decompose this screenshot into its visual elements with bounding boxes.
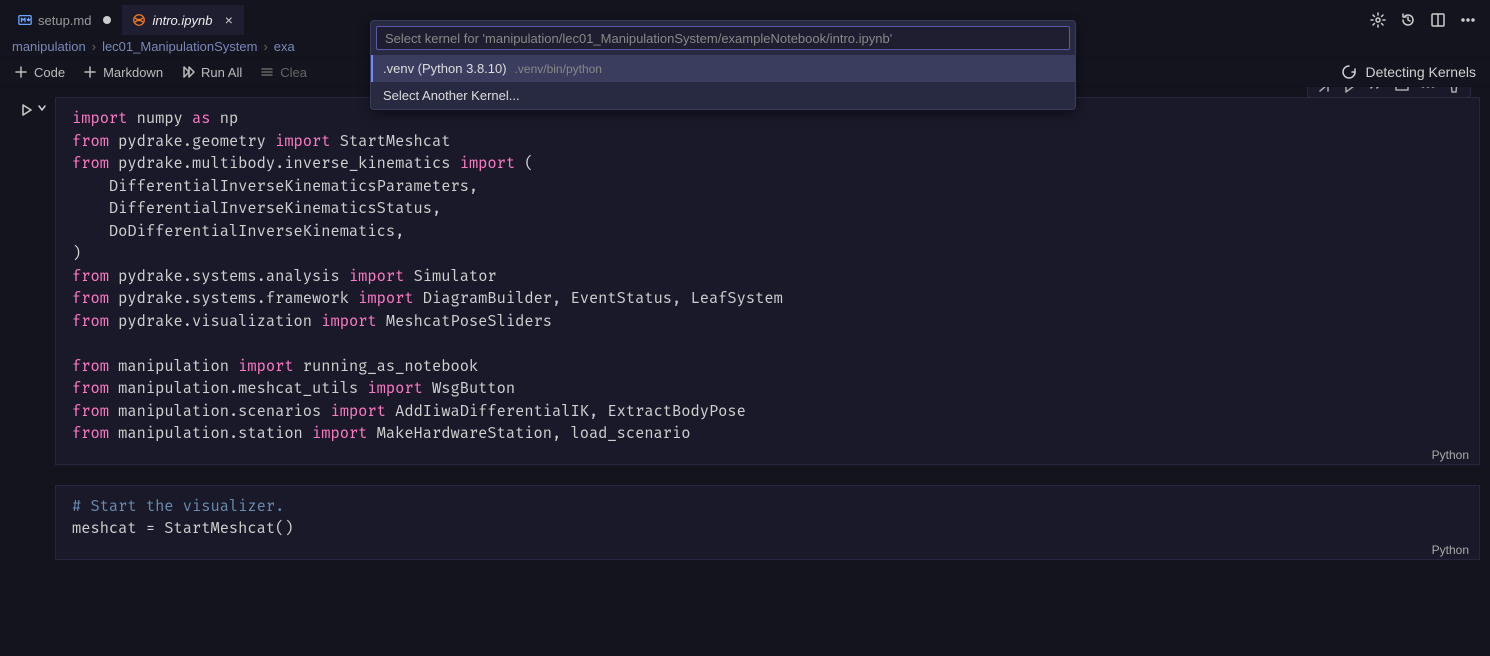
tab-actions [1370, 12, 1490, 28]
code-cell: # Start the visualizer. meshcat = StartM… [10, 485, 1480, 560]
delete-cell-icon[interactable] [1446, 87, 1462, 94]
markdown-icon [18, 13, 32, 27]
kernel-option-another[interactable]: Select Another Kernel... [371, 82, 1075, 109]
kernel-option-venv[interactable]: .venv (Python 3.8.10) .venv/bin/python [371, 55, 1075, 82]
plus-icon [83, 65, 97, 79]
cell-lang-label[interactable]: Python [1432, 543, 1469, 557]
toolbar-label: Code [34, 65, 65, 80]
more-icon[interactable] [1420, 87, 1436, 94]
tab-label: intro.ipynb [152, 13, 212, 28]
toolbar-label: Run All [201, 65, 242, 80]
code-cell: import numpy as np from pydrake.geometry… [10, 97, 1480, 465]
kernel-picker: .venv (Python 3.8.10) .venv/bin/python S… [370, 20, 1076, 110]
run-cell-icon[interactable] [19, 103, 33, 117]
toolbar-label: Clea [280, 65, 307, 80]
execute-below-icon[interactable] [1368, 87, 1384, 94]
cell-gutter [10, 97, 55, 465]
run-by-line-icon[interactable] [1316, 87, 1332, 94]
cell-toolbar [1307, 87, 1471, 98]
plus-icon [14, 65, 28, 79]
code-content[interactable]: # Start the visualizer. meshcat = StartM… [72, 496, 1463, 555]
code-content[interactable]: import numpy as np from pydrake.geometry… [72, 108, 1463, 460]
execute-cell-icon[interactable] [1342, 87, 1358, 94]
cell-body[interactable]: import numpy as np from pydrake.geometry… [55, 97, 1480, 465]
chevron-right-icon: › [92, 39, 96, 54]
add-markdown-button[interactable]: Markdown [83, 65, 163, 80]
cell-lang-label[interactable]: Python [1432, 448, 1469, 462]
run-all-icon [181, 65, 195, 79]
dirty-indicator-icon [103, 16, 111, 24]
more-icon[interactable] [1460, 12, 1476, 28]
breadcrumb-segment[interactable]: exa [274, 39, 295, 54]
notebook-body: import numpy as np from pydrake.geometry… [0, 87, 1490, 656]
clear-icon [260, 65, 274, 79]
cell-body[interactable]: # Start the visualizer. meshcat = StartM… [55, 485, 1480, 560]
run-all-button[interactable]: Run All [181, 65, 242, 80]
close-icon[interactable]: × [224, 13, 232, 27]
kernel-picker-input[interactable] [376, 26, 1070, 50]
clear-outputs-button[interactable]: Clea [260, 65, 307, 80]
jupyter-icon [132, 13, 146, 27]
history-icon[interactable] [1400, 12, 1416, 28]
cell-gutter [10, 485, 55, 560]
breadcrumb-segment[interactable]: manipulation [12, 39, 86, 54]
tab-setup-md[interactable]: setup.md [8, 5, 122, 35]
split-cell-icon[interactable] [1394, 87, 1410, 94]
kernel-option-sublabel: .venv/bin/python [515, 62, 602, 76]
spinner-icon [1341, 64, 1357, 80]
chevron-right-icon: › [263, 39, 267, 54]
split-editor-icon[interactable] [1430, 12, 1446, 28]
chevron-down-icon[interactable] [37, 103, 47, 113]
breadcrumb-segment[interactable]: lec01_ManipulationSystem [102, 39, 257, 54]
tab-intro-ipynb[interactable]: intro.ipynb × [122, 5, 243, 35]
kernel-status[interactable]: Detecting Kernels [1341, 64, 1476, 80]
add-code-button[interactable]: Code [14, 65, 65, 80]
kernel-status-label: Detecting Kernels [1365, 64, 1476, 80]
gear-icon[interactable] [1370, 12, 1386, 28]
kernel-option-label: .venv (Python 3.8.10) [383, 61, 507, 76]
toolbar-label: Markdown [103, 65, 163, 80]
tab-label: setup.md [38, 13, 91, 28]
kernel-option-label: Select Another Kernel... [383, 88, 520, 103]
